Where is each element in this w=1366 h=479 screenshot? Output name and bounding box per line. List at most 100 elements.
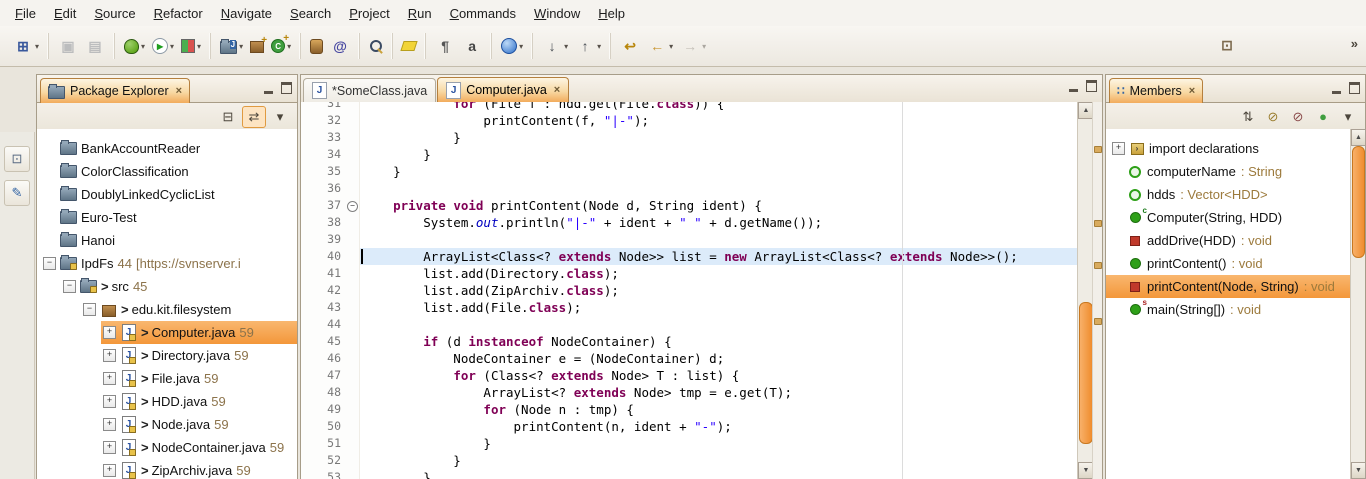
code-text[interactable]: for (Node n : tmp) { [360, 401, 1102, 418]
code-text[interactable]: for (File f : hdd.get(File.class)) { [360, 102, 1102, 112]
fold-margin[interactable] [345, 452, 360, 469]
tree-item[interactable]: +J>NodeContainer.java59 [37, 436, 297, 459]
fold-margin[interactable] [345, 146, 360, 163]
tree-item[interactable]: +J>Node.java59 [37, 413, 297, 436]
code-text[interactable]: printContent(f, "|-"); [360, 112, 1102, 129]
code-text[interactable]: if (d instanceof NodeContainer) { [360, 333, 1102, 350]
tree-item[interactable]: −IpdFs44[https://svnserver.i [37, 252, 297, 275]
code-line[interactable]: 37− private void printContent(Node d, St… [301, 197, 1102, 214]
open-web-browser-button[interactable]: ▾ [499, 36, 525, 56]
expand-icon[interactable]: + [103, 395, 116, 408]
code-text[interactable]: printContent(n, ident + "-"); [360, 418, 1102, 435]
new-java-class-button[interactable]: C▾ [269, 37, 293, 55]
tree-item[interactable]: BankAccountReader [37, 137, 297, 160]
code-line[interactable]: 31 for (File f : hdd.get(File.class)) { [301, 102, 1102, 112]
collapse-icon[interactable]: − [63, 280, 76, 293]
java-editor-fast-view-icon[interactable]: ✎ [4, 180, 30, 206]
show-selected-element-only-button[interactable]: a [460, 34, 484, 58]
code-line[interactable]: 51 } [301, 435, 1102, 452]
code-line[interactable]: 35 } [301, 163, 1102, 180]
fold-margin[interactable] [345, 435, 360, 452]
fold-margin[interactable] [345, 180, 360, 197]
dropdown-arrow-icon[interactable]: ▾ [197, 42, 201, 51]
menu-navigate[interactable]: Navigate [212, 2, 281, 25]
fold-margin[interactable] [345, 469, 360, 479]
annotation-tick[interactable] [1094, 220, 1102, 227]
fold-collapse-icon[interactable]: − [347, 201, 358, 212]
close-icon[interactable]: × [1187, 85, 1195, 97]
close-icon[interactable]: × [552, 84, 560, 96]
code-line[interactable]: 34 } [301, 146, 1102, 163]
code-line[interactable]: 43 list.add(File.class); [301, 299, 1102, 316]
minimize-icon[interactable] [264, 83, 273, 94]
code-line[interactable]: 33 } [301, 129, 1102, 146]
member-item[interactable]: smain(String[]) : void [1106, 298, 1351, 321]
menu-source[interactable]: Source [85, 2, 144, 25]
code-line[interactable]: 36 [301, 180, 1102, 197]
expand-icon[interactable]: + [103, 349, 116, 362]
member-item[interactable]: computerName : String [1106, 160, 1351, 183]
tree-item[interactable]: Hanoi [37, 229, 297, 252]
fold-margin[interactable]: − [345, 197, 360, 214]
expand-icon[interactable]: + [103, 441, 116, 454]
menu-file[interactable]: File [6, 2, 45, 25]
code-line[interactable]: 44 [301, 316, 1102, 333]
tree-item[interactable]: Euro-Test [37, 206, 297, 229]
fold-margin[interactable] [345, 282, 360, 299]
collapse-all-button[interactable]: ⊟ [217, 107, 239, 127]
code-line[interactable]: 38 System.out.println("|-" + ident + " "… [301, 214, 1102, 231]
new-wizard-button[interactable]: ⊞▾ [11, 34, 41, 58]
run-button[interactable]: ▶▾ [150, 36, 176, 56]
overview-ruler[interactable] [1092, 102, 1102, 479]
collapse-icon[interactable]: − [83, 303, 96, 316]
fold-margin[interactable] [345, 265, 360, 282]
dropdown-arrow-icon[interactable]: ▾ [597, 42, 601, 51]
menu-window[interactable]: Window [525, 2, 589, 25]
fold-margin[interactable] [345, 112, 360, 129]
search-button[interactable] [367, 37, 385, 55]
editor-vertical-scrollbar[interactable]: ▲ ▼ [1077, 102, 1093, 479]
fold-margin[interactable] [345, 129, 360, 146]
tree-item[interactable]: DoublyLinkedCyclicList [37, 183, 297, 206]
member-item[interactable]: addDrive(HDD) : void [1106, 229, 1351, 252]
menu-commands[interactable]: Commands [441, 2, 525, 25]
editor-tab-someclassjava[interactable]: J*SomeClass.java [303, 78, 436, 102]
fold-margin[interactable] [345, 231, 360, 248]
fold-margin[interactable] [345, 384, 360, 401]
code-line[interactable]: 42 list.add(ZipArchiv.class); [301, 282, 1102, 299]
member-item[interactable]: printContent() : void [1106, 252, 1351, 275]
code-text[interactable]: list.add(ZipArchiv.class); [360, 282, 1102, 299]
mark-occurrences-button[interactable] [400, 39, 418, 53]
scrollbar-thumb[interactable] [1079, 302, 1093, 444]
member-item[interactable]: hdds : Vector<HDD> [1106, 183, 1351, 206]
code-text[interactable]: list.add(File.class); [360, 299, 1102, 316]
code-text[interactable] [360, 316, 1102, 333]
code-line[interactable]: 49 for (Node n : tmp) { [301, 401, 1102, 418]
export-jar-button[interactable] [308, 37, 325, 56]
dropdown-arrow-icon[interactable]: ▾ [35, 42, 39, 51]
java-perspective-icon[interactable]: ⊡ [1216, 34, 1238, 56]
last-edit-location-button[interactable]: ↩ [618, 34, 642, 58]
member-item[interactable]: +›import declarations [1106, 137, 1351, 160]
fold-margin[interactable] [345, 102, 360, 112]
expand-icon[interactable]: + [103, 418, 116, 431]
tab-package-explorer[interactable]: Package Explorer × [40, 78, 190, 103]
menu-edit[interactable]: Edit [45, 2, 85, 25]
dropdown-arrow-icon[interactable]: ▾ [519, 42, 523, 51]
fold-margin[interactable] [345, 248, 360, 265]
expand-icon[interactable]: + [103, 464, 116, 477]
code-text[interactable]: } [360, 435, 1102, 452]
toolbar-overflow-chevron[interactable]: » [1351, 36, 1358, 51]
dropdown-arrow-icon[interactable]: ▾ [239, 42, 243, 51]
tree-item[interactable]: ColorClassification [37, 160, 297, 183]
coverage-button[interactable]: ▾ [179, 37, 203, 55]
sort-members-button[interactable]: ⇅ [1237, 107, 1259, 127]
code-editor[interactable]: 31 for (File f : hdd.get(File.class)) { 3… [301, 102, 1102, 479]
close-icon[interactable]: × [174, 85, 182, 97]
code-line[interactable]: 47 for (Class<? extends Node> T : list) … [301, 367, 1102, 384]
fold-margin[interactable] [345, 367, 360, 384]
members-vertical-scrollbar[interactable]: ▲ ▼ [1350, 129, 1365, 479]
hide-non-public-members-button[interactable]: ● [1312, 107, 1334, 127]
members-view-menu-button[interactable]: ▾ [1337, 107, 1359, 127]
code-text[interactable]: list.add(Directory.class); [360, 265, 1102, 282]
